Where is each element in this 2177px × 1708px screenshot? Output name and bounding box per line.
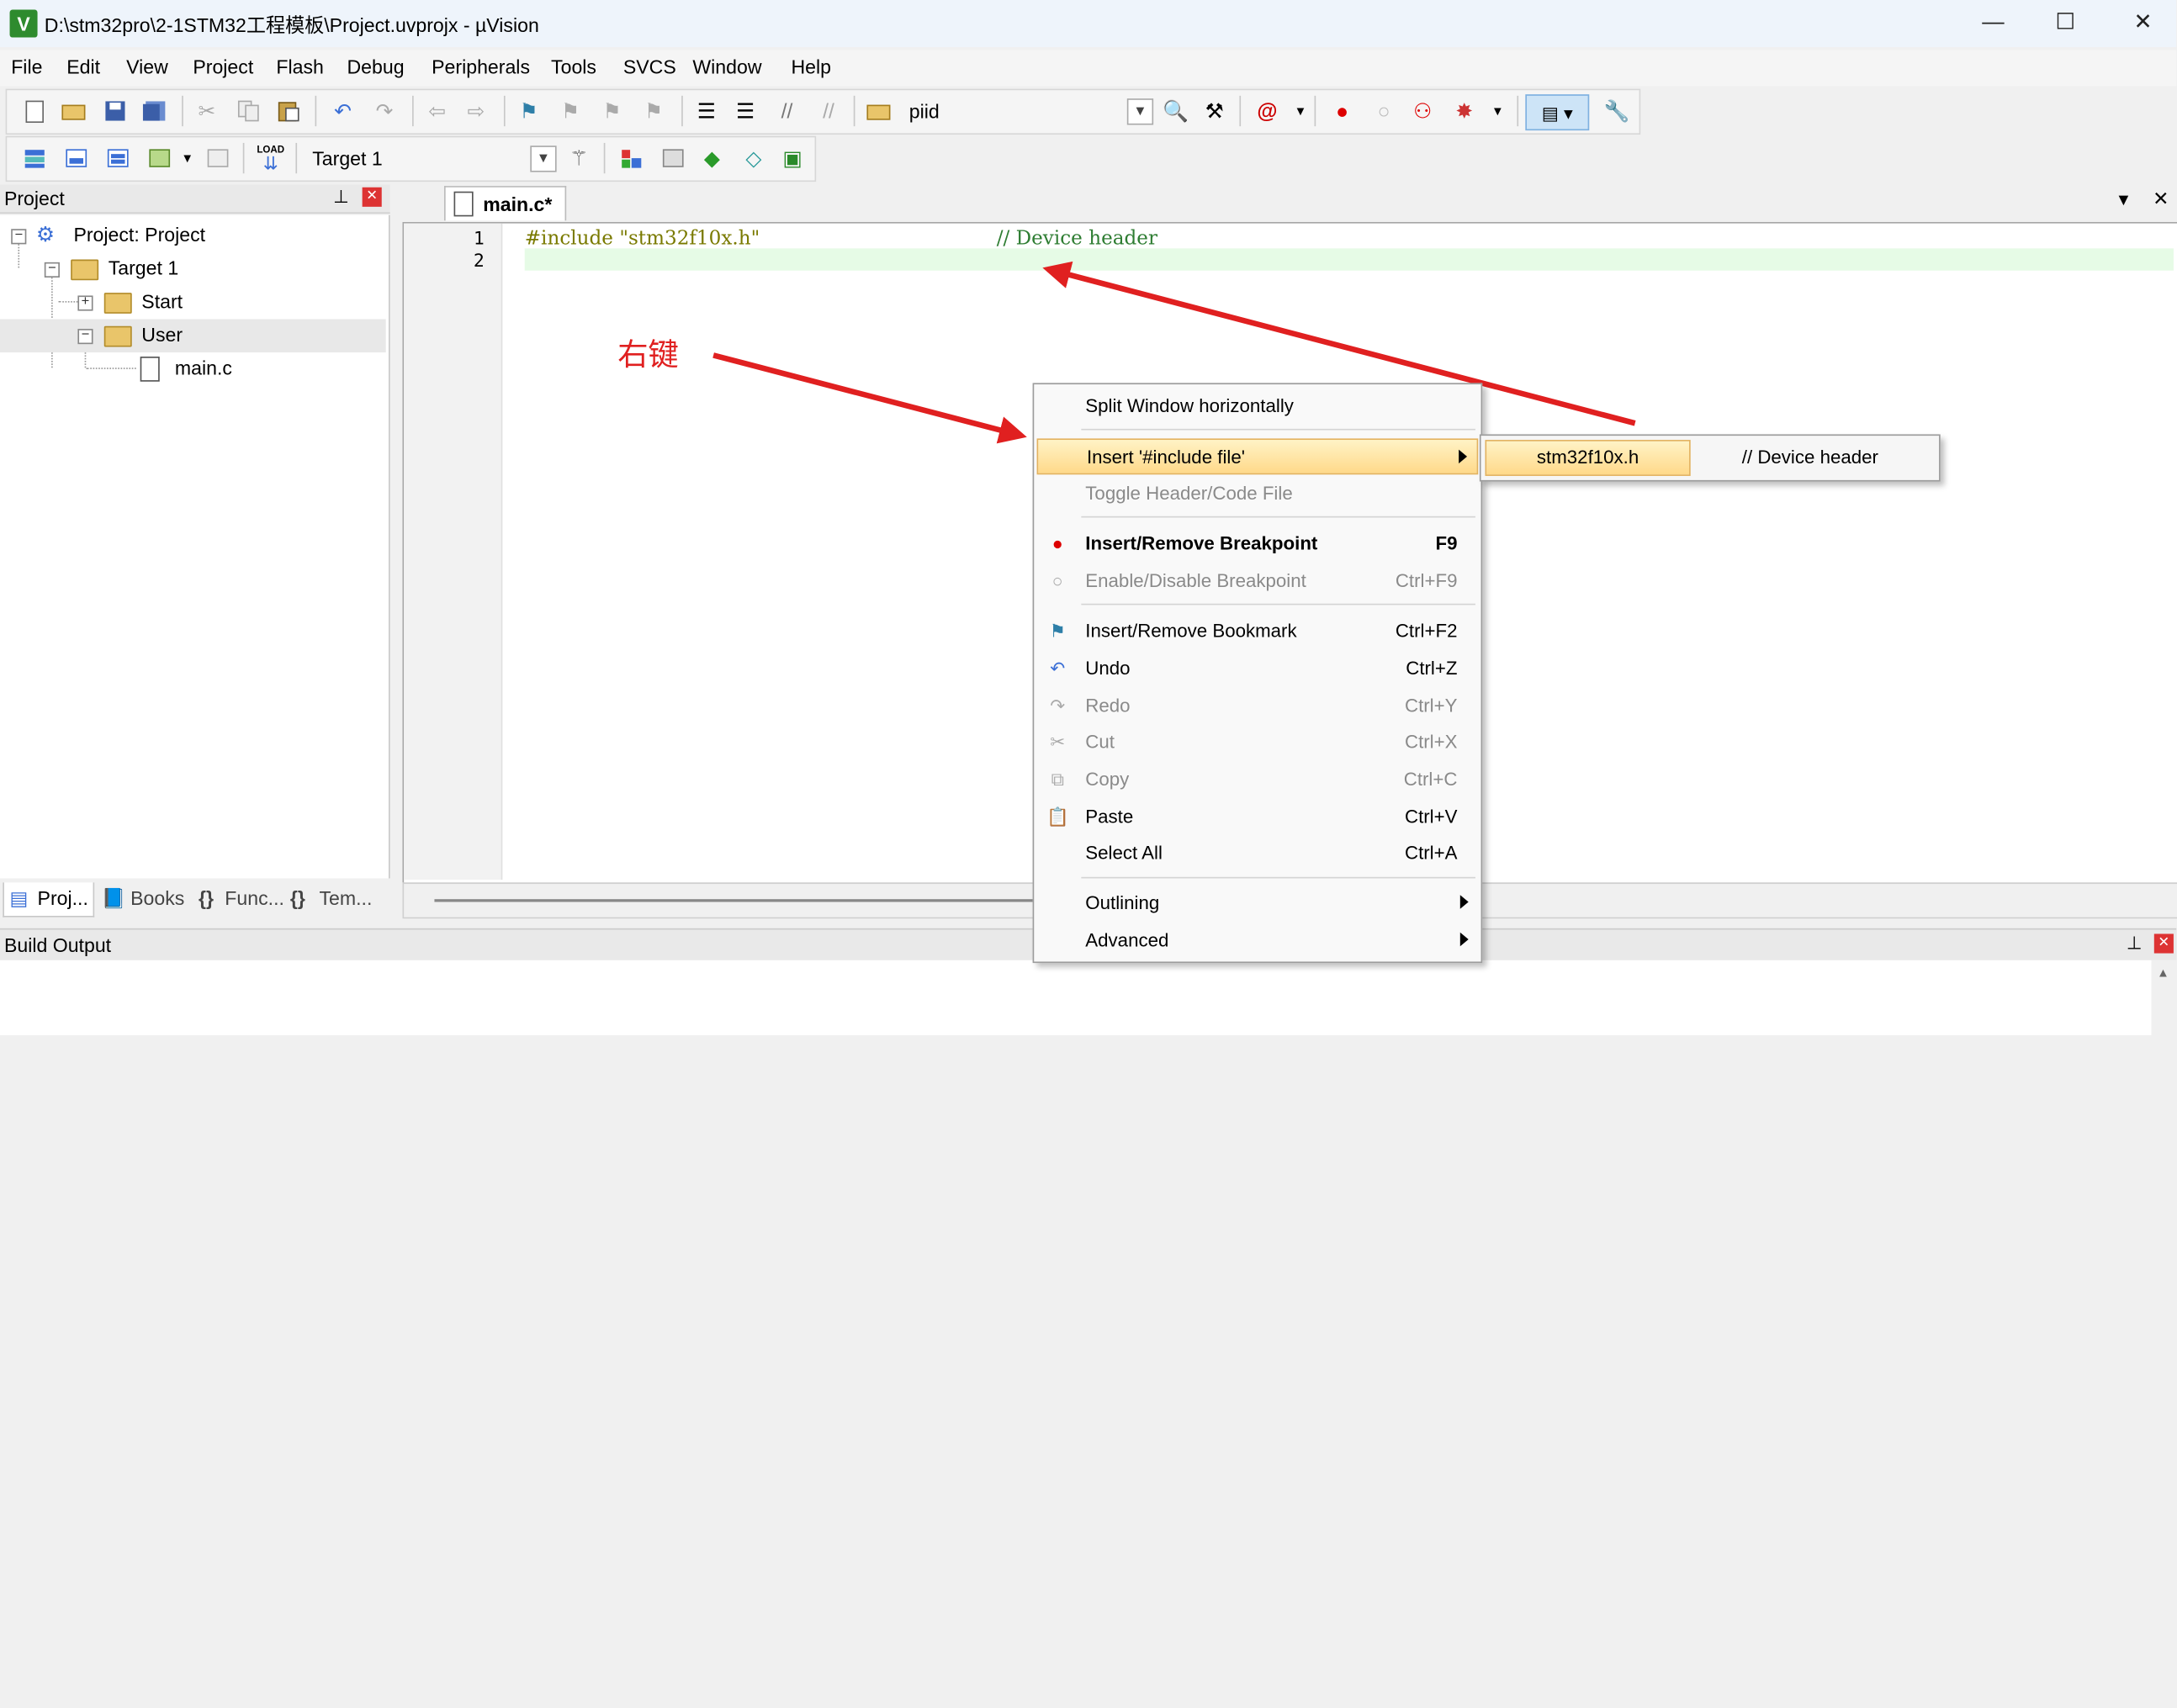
menu-cut[interactable]: ✂ Cut Ctrl+X [1037, 724, 1479, 760]
menu-outlining[interactable]: Outlining [1037, 886, 1479, 922]
undo-icon: ↶ [1046, 658, 1068, 679]
paste-icon: 📋 [1046, 806, 1068, 828]
menu-label: Advanced [1085, 930, 1168, 951]
submenu-stm32f10x-h[interactable]: stm32f10x.h [1486, 440, 1691, 476]
menu-label: Cut [1085, 732, 1115, 753]
submenu-arrow-icon [1459, 450, 1467, 464]
menu-label: Select All [1085, 843, 1163, 864]
menu-label: Insert '#include file' [1087, 447, 1245, 468]
menu-label: Outlining [1085, 892, 1159, 913]
menu-label: Insert/Remove Bookmark [1085, 621, 1296, 642]
menu-label: Paste [1085, 806, 1133, 828]
menu-copy[interactable]: ⧉ Copy Ctrl+C [1037, 762, 1479, 798]
menu-label: Copy [1085, 769, 1129, 790]
menu-toggle-header[interactable]: Toggle Header/Code File [1037, 476, 1479, 512]
include-file-submenu: stm32f10x.h // Device header [1480, 434, 1941, 481]
redo-icon: ↷ [1046, 695, 1068, 717]
menu-label: Undo [1085, 658, 1130, 679]
breakpoint-disabled-icon: ○ [1046, 570, 1068, 592]
menu-shortcut: Ctrl+A [1405, 843, 1458, 864]
menu-insert-remove-bookmark[interactable]: ⚑ Insert/Remove Bookmark Ctrl+F2 [1037, 613, 1479, 649]
menu-shortcut: Ctrl+F9 [1396, 570, 1458, 591]
menu-label: Toggle Header/Code File [1085, 483, 1292, 504]
submenu-comment: // Device header [1742, 447, 1878, 468]
menu-select-all[interactable]: Select All Ctrl+A [1037, 835, 1479, 871]
menu-advanced[interactable]: Advanced [1037, 923, 1479, 959]
menu-shortcut: Ctrl+C [1404, 769, 1458, 790]
menu-shortcut: Ctrl+V [1405, 806, 1458, 828]
menu-insert-remove-breakpoint[interactable]: ● Insert/Remove Breakpoint F9 [1037, 526, 1479, 562]
menu-label: Insert/Remove Breakpoint [1085, 533, 1317, 554]
submenu-arrow-icon [1460, 895, 1469, 909]
copy-icon: ⧉ [1046, 769, 1068, 791]
menu-shortcut: Ctrl+X [1405, 732, 1458, 753]
menu-insert-include[interactable]: Insert '#include file' [1037, 438, 1479, 474]
menu-shortcut: Ctrl+Y [1405, 695, 1458, 717]
submenu-arrow-icon [1460, 933, 1469, 947]
menu-paste[interactable]: 📋 Paste Ctrl+V [1037, 799, 1479, 835]
menu-split-window[interactable]: Split Window horizontally [1037, 389, 1479, 425]
menu-redo[interactable]: ↷ Redo Ctrl+Y [1037, 688, 1479, 724]
menu-label: Enable/Disable Breakpoint [1085, 570, 1306, 591]
menu-enable-disable-breakpoint[interactable]: ○ Enable/Disable Breakpoint Ctrl+F9 [1037, 563, 1479, 600]
arrow-to-menu [713, 355, 1021, 436]
bookmark-icon: ⚑ [1046, 621, 1068, 642]
menu-label: Redo [1085, 695, 1130, 717]
menu-shortcut: Ctrl+Z [1406, 658, 1457, 679]
menu-label: Split Window horizontally [1085, 395, 1294, 416]
breakpoint-icon: ● [1046, 533, 1068, 555]
cut-icon: ✂ [1046, 732, 1068, 754]
menu-undo[interactable]: ↶ Undo Ctrl+Z [1037, 651, 1479, 687]
menu-shortcut: F9 [1435, 533, 1457, 554]
menu-shortcut: Ctrl+F2 [1396, 621, 1458, 642]
context-menu: Split Window horizontally Insert '#inclu… [1033, 383, 1483, 963]
